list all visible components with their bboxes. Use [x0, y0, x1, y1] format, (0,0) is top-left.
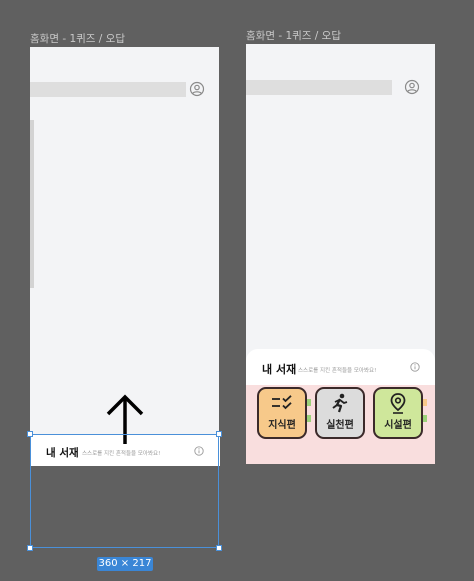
profile-icon[interactable] — [189, 81, 205, 97]
card-tab-marker — [423, 399, 427, 422]
left-search-bar[interactable] — [30, 82, 186, 97]
bottom-sheet-expanded[interactable]: 내 서재 스스로를 지킨 흔적들을 모아봐요! 지식편 실천편 시설편 — [246, 349, 435, 464]
book-card-practice[interactable]: 실천편 — [315, 387, 365, 439]
card-label: 지식편 — [268, 420, 296, 431]
profile-icon[interactable] — [404, 79, 420, 95]
card-tab-marker — [307, 399, 311, 422]
resize-handle-top-left[interactable] — [27, 431, 33, 437]
sheet-title: 내 서재 — [262, 363, 297, 376]
card-label: 시설편 — [384, 420, 412, 431]
left-frame[interactable] — [30, 47, 219, 434]
info-icon[interactable] — [410, 362, 420, 372]
left-frame-title[interactable]: 홈화면 - 1퀴즈 / 오답 — [30, 31, 125, 46]
resize-handle-bottom-left[interactable] — [27, 545, 33, 551]
resize-handle-top-right[interactable] — [216, 431, 222, 437]
running-person-icon — [332, 393, 348, 413]
card-label: 실천편 — [326, 420, 354, 431]
book-card-facility[interactable]: 시설편 — [373, 387, 427, 439]
location-pin-icon — [390, 393, 406, 414]
dimension-badge: 360 × 217 — [97, 557, 153, 571]
list-check-icon — [272, 395, 292, 410]
right-search-bar[interactable] — [246, 80, 392, 95]
sheet-subtitle: 스스로를 지킨 흔적들을 모아봐요! — [298, 368, 377, 374]
left-scroll-strip — [30, 120, 34, 288]
book-card-knowledge[interactable]: 지식편 — [257, 387, 311, 439]
selection-box[interactable] — [30, 434, 219, 548]
resize-handle-bottom-right[interactable] — [216, 545, 222, 551]
right-frame-title[interactable]: 홈화면 - 1퀴즈 / 오답 — [246, 28, 341, 43]
